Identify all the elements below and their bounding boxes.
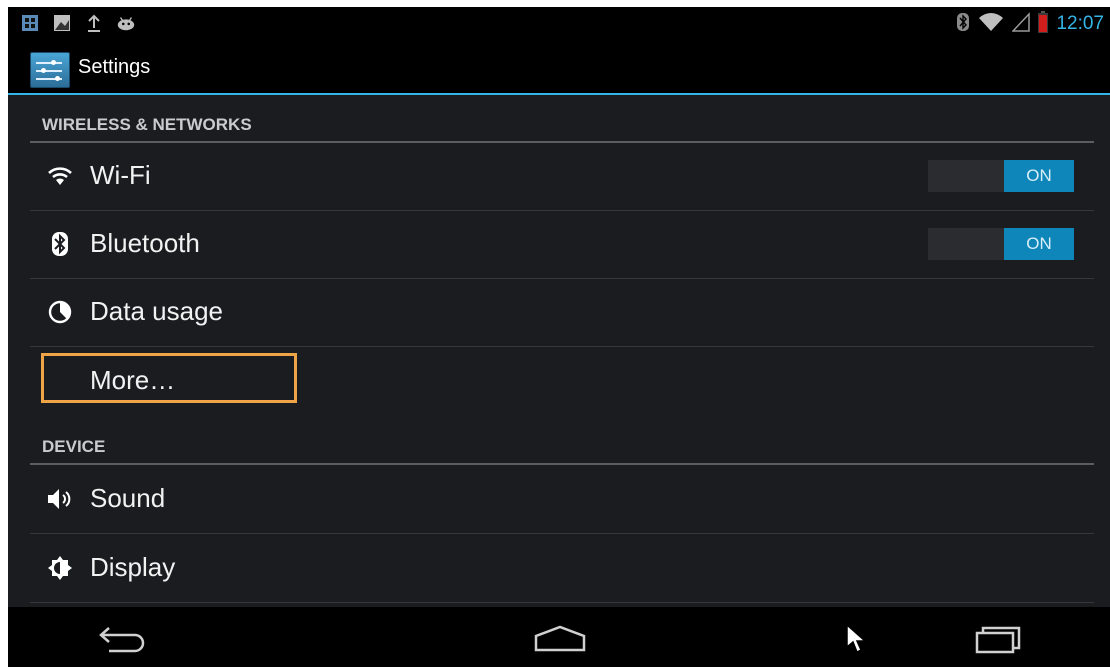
settings-item-label: Data usage: [90, 296, 223, 326]
wifi-toggle[interactable]: ON: [928, 160, 1074, 192]
settings-item-label: Bluetooth: [90, 228, 200, 258]
settings-item-bluetooth[interactable]: Bluetooth ON: [30, 211, 1094, 279]
signal-icon: [1011, 12, 1031, 36]
wifi-status-icon: [978, 12, 1004, 36]
settings-item-wifi[interactable]: Wi-Fi ON: [30, 142, 1094, 211]
settings-item-sound[interactable]: Sound: [30, 465, 1094, 534]
settings-item-label: Display: [90, 552, 176, 582]
settings-app-icon[interactable]: [30, 52, 70, 88]
home-button[interactable]: [530, 617, 590, 661]
settings-item-label: Wi-Fi: [90, 160, 151, 190]
wifi-icon: [46, 162, 74, 190]
android-icon: [116, 13, 136, 33]
toggle-on-label: ON: [1004, 228, 1074, 260]
clock: 12:07: [1056, 13, 1104, 34]
toggle-on-label: ON: [1004, 160, 1074, 192]
action-bar: Settings: [8, 42, 1110, 95]
recent-apps-icon: [975, 626, 1021, 654]
bluetooth-toggle[interactable]: ON: [928, 228, 1074, 260]
back-icon: [99, 627, 145, 653]
settings-list: WIRELESS & NETWORKS Wi-Fi ON Bluetooth O…: [8, 95, 1110, 607]
mouse-cursor: [826, 617, 886, 661]
bluetooth-status-icon: [956, 12, 970, 36]
recent-apps-button[interactable]: [970, 617, 1030, 661]
page-title: Settings: [78, 56, 151, 78]
bluetooth-icon: [46, 230, 74, 258]
settings-item-data-usage[interactable]: Data usage: [30, 279, 1094, 347]
section-header-wireless: WIRELESS & NETWORKS: [30, 95, 1094, 143]
image-icon: [52, 13, 72, 33]
settings-item-label: Sound: [90, 483, 166, 513]
data-usage-icon: [46, 298, 74, 326]
section-title: DEVICE: [42, 437, 106, 456]
settings-item-display[interactable]: Display: [30, 534, 1094, 603]
upload-icon: [84, 13, 104, 33]
navigation-bar: [8, 607, 1110, 667]
focus-highlight: [41, 353, 297, 403]
speaker-icon: [46, 485, 74, 513]
status-bar: 12:07: [8, 7, 1110, 42]
section-header-device: DEVICE: [30, 415, 1094, 465]
home-icon: [534, 625, 586, 652]
android-screen: 12:07 Settings WIRELESS & NETWORKS Wi-Fi…: [8, 7, 1110, 667]
section-title: WIRELESS & NETWORKS: [42, 115, 252, 134]
back-button[interactable]: [90, 617, 150, 661]
battery-low-icon: [1038, 11, 1049, 37]
cursor-icon: [846, 623, 867, 654]
gallery-icon: [20, 13, 40, 33]
brightness-icon: [46, 554, 74, 582]
